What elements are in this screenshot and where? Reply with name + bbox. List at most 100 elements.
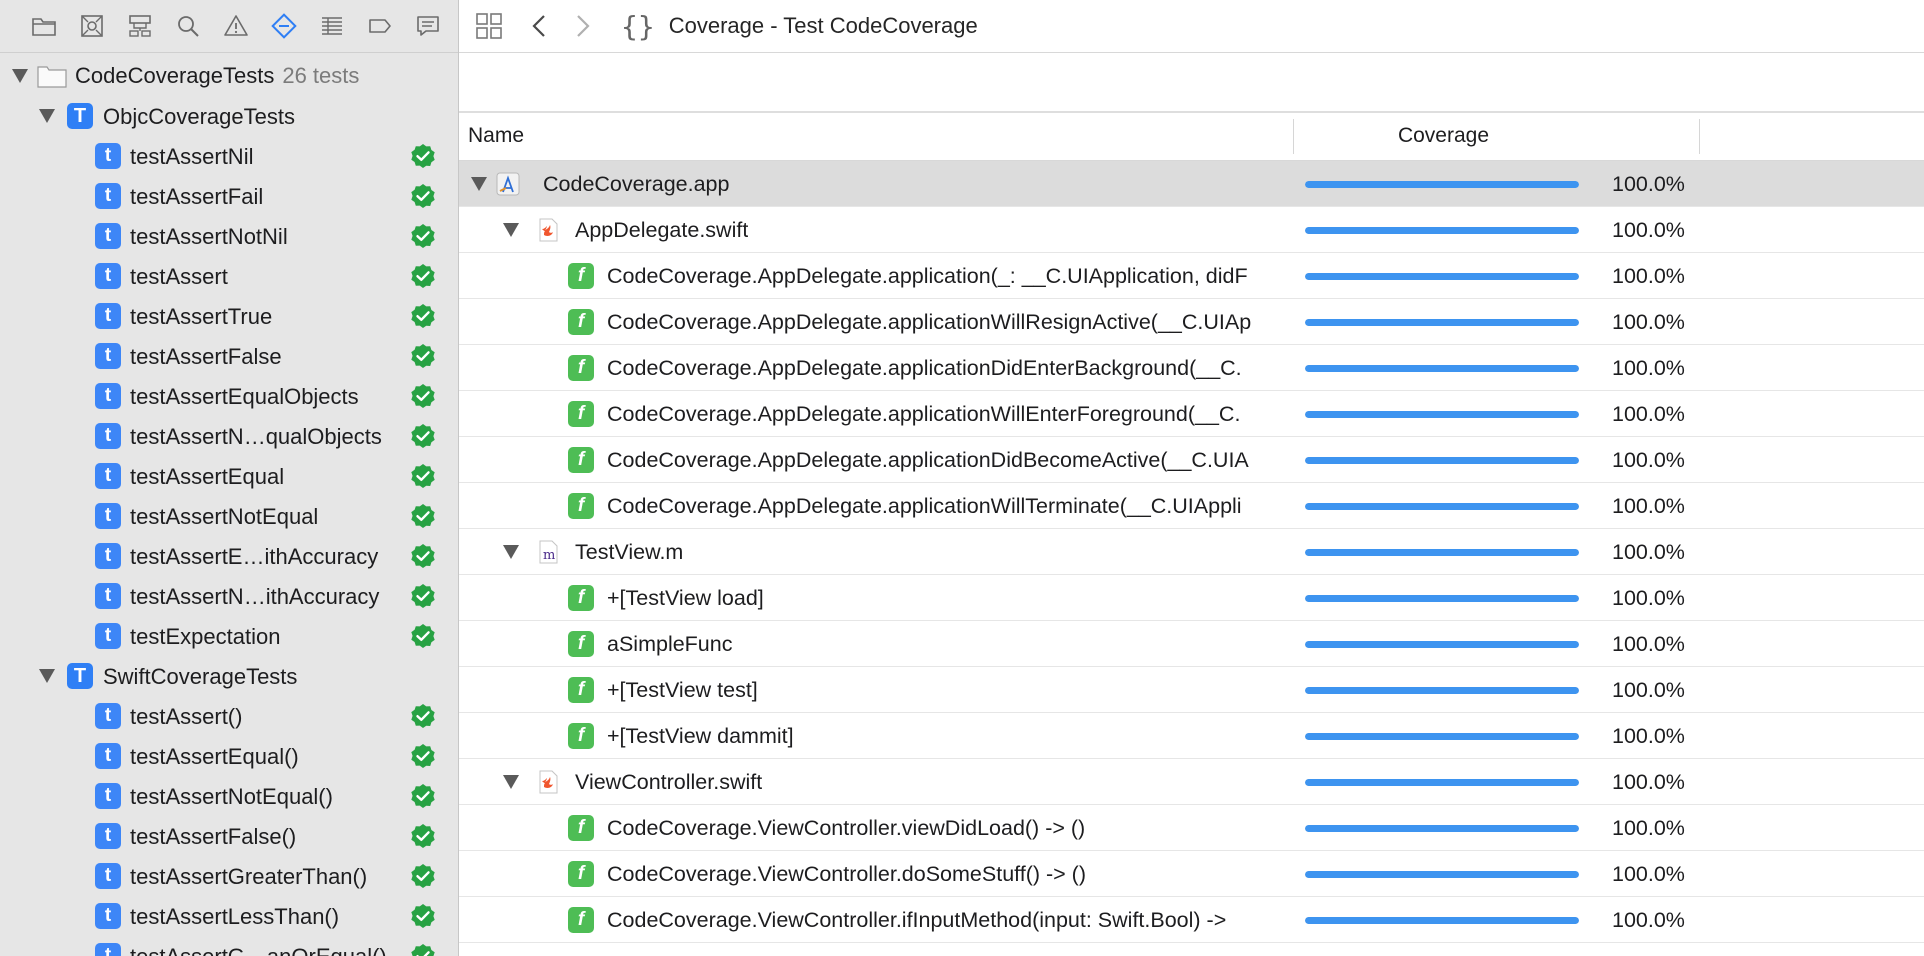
test-bundle-row[interactable]: CodeCoverageTests 26 tests: [0, 56, 458, 96]
function-coverage-row[interactable]: f +[TestView test] 100.0%: [459, 667, 1924, 713]
svg-text:m: m: [543, 548, 555, 563]
test-method-label: testAssertNotNil: [130, 224, 288, 249]
symbol-navigator-button[interactable]: [116, 6, 164, 46]
disclosure-triangle-icon[interactable]: [39, 669, 55, 683]
forward-arrow-icon[interactable]: [575, 13, 591, 39]
test-method-row[interactable]: t testAssertGreaterThan(): [0, 856, 458, 896]
test-method-row[interactable]: t testAssertG…anOrEqual(): [0, 936, 458, 956]
test-method-row[interactable]: t testAssertN…ithAccuracy: [0, 576, 458, 616]
column-divider[interactable]: [1293, 119, 1294, 154]
back-arrow-icon[interactable]: [531, 13, 547, 39]
test-method-icon: t: [95, 503, 121, 529]
coverage-bar: [1305, 825, 1579, 832]
coverage-item-name: CodeCoverage.AppDelegate.applicationDidB…: [607, 448, 1249, 472]
passed-checkmark-icon: [411, 624, 435, 648]
passed-checkmark-icon: [411, 344, 435, 368]
breakpoint-navigator-button[interactable]: [356, 6, 404, 46]
related-items-icon[interactable]: [475, 12, 503, 40]
test-bundle-label: CodeCoverageTests 26 tests: [75, 63, 360, 88]
coverage-bar-fill: [1305, 595, 1579, 602]
test-method-icon: t: [95, 343, 121, 369]
file-coverage-row[interactable]: ViewController.swift 100.0%: [459, 759, 1924, 805]
passed-checkmark-icon: [411, 584, 435, 608]
debug-navigator-button[interactable]: [308, 6, 356, 46]
coverage-percentage: 100.0%: [1612, 908, 1685, 932]
test-method-label: testAssertNil: [130, 144, 254, 169]
coverage-bar: [1305, 411, 1579, 418]
test-method-icon: t: [95, 743, 121, 769]
function-coverage-row[interactable]: f CodeCoverage.AppDelegate.applicationWil…: [459, 391, 1924, 437]
navigator-selector-bar: [0, 0, 458, 53]
disclosure-triangle-icon[interactable]: [39, 109, 55, 123]
report-filter-area: [459, 53, 1924, 113]
function-coverage-row[interactable]: f CodeCoverage.AppDelegate.applicationWil…: [459, 299, 1924, 345]
coverage-report: {} Coverage - Test CodeCoverage Name Cov…: [459, 0, 1924, 956]
test-method-row[interactable]: t testAssertFalse: [0, 336, 458, 376]
column-header-coverage[interactable]: Coverage: [1398, 124, 1489, 148]
function-coverage-row[interactable]: f CodeCoverage.ViewController.doSomeStuff…: [459, 851, 1924, 897]
test-method-row[interactable]: t testAssertNil: [0, 136, 458, 176]
test-method-label: testExpectation: [130, 624, 281, 649]
source-control-icon: [81, 15, 103, 37]
coverage-percentage: 100.0%: [1612, 402, 1685, 426]
issue-navigator-button[interactable]: [212, 6, 260, 46]
disclosure-triangle-icon[interactable]: [503, 545, 519, 559]
function-coverage-row[interactable]: f CodeCoverage.AppDelegate.applicationDid…: [459, 437, 1924, 483]
column-divider[interactable]: [1699, 119, 1700, 154]
test-class-row[interactable]: T ObjcCoverageTests: [0, 96, 458, 136]
target-coverage-row[interactable]: CodeCoverage.app 100.0%: [459, 161, 1924, 207]
test-method-label: testAssertLessThan(): [130, 904, 340, 929]
disclosure-triangle-icon[interactable]: [471, 177, 487, 191]
function-icon: f: [568, 401, 594, 427]
test-method-row[interactable]: t testAssert(): [0, 696, 458, 736]
test-method-row[interactable]: t testAssertFalse(): [0, 816, 458, 856]
disclosure-triangle-icon[interactable]: [503, 223, 519, 237]
function-coverage-row[interactable]: f CodeCoverage.ViewController.ifInputMeth…: [459, 897, 1924, 943]
function-icon: f: [568, 263, 594, 289]
test-method-row[interactable]: t testAssertEqual: [0, 456, 458, 496]
breadcrumb-title[interactable]: Coverage - Test CodeCoverage: [669, 13, 978, 39]
function-coverage-row[interactable]: f CodeCoverage.AppDelegate.application(_:…: [459, 253, 1924, 299]
coverage-item-name: CodeCoverage.AppDelegate.applicationWill…: [607, 494, 1242, 518]
test-method-label: testAssertE…ithAccuracy: [130, 544, 379, 569]
test-method-row[interactable]: t testAssertNotEqual(): [0, 776, 458, 816]
test-method-row[interactable]: t testAssertNotNil: [0, 216, 458, 256]
coverage-bar-fill: [1305, 825, 1579, 832]
test-navigator-button[interactable]: [260, 6, 308, 46]
project-navigator-button[interactable]: [20, 6, 68, 46]
find-navigator-button[interactable]: [164, 6, 212, 46]
coverage-percentage: 100.0%: [1612, 494, 1685, 518]
test-method-row[interactable]: t testAssertNotEqual: [0, 496, 458, 536]
test-method-row[interactable]: t testAssertN…qualObjects: [0, 416, 458, 456]
coverage-bar-fill: [1305, 733, 1579, 740]
test-method-row[interactable]: t testAssert: [0, 256, 458, 296]
column-header-name[interactable]: Name: [468, 124, 524, 148]
function-coverage-row[interactable]: f +[TestView load] 100.0%: [459, 575, 1924, 621]
function-coverage-row[interactable]: f CodeCoverage.AppDelegate.applicationWil…: [459, 483, 1924, 529]
test-class-row[interactable]: T SwiftCoverageTests: [0, 656, 458, 696]
function-coverage-row[interactable]: f CodeCoverage.ViewController.viewDidLoad…: [459, 805, 1924, 851]
coverage-percentage: 100.0%: [1612, 586, 1685, 610]
disclosure-triangle-icon[interactable]: [12, 69, 28, 83]
file-coverage-row[interactable]: m TestView.m 100.0%: [459, 529, 1924, 575]
report-navigator-button[interactable]: [404, 6, 452, 46]
function-coverage-row[interactable]: f CodeCoverage.AppDelegate.applicationDid…: [459, 345, 1924, 391]
test-method-label: testAssertN…qualObjects: [130, 424, 382, 449]
disclosure-triangle-icon[interactable]: [503, 775, 519, 789]
source-control-navigator-button[interactable]: [68, 6, 116, 46]
test-method-row[interactable]: t testAssertLessThan(): [0, 896, 458, 936]
test-method-row[interactable]: t testAssertE…ithAccuracy: [0, 536, 458, 576]
test-class-label: ObjcCoverageTests: [103, 104, 295, 129]
coverage-table: CodeCoverage.app 100.0% AppDelegate.swift 1…: [459, 161, 1924, 943]
function-coverage-row[interactable]: f aSimpleFunc 100.0%: [459, 621, 1924, 667]
coverage-bar-fill: [1305, 457, 1579, 464]
test-method-icon: t: [95, 143, 121, 169]
coverage-bar: [1305, 181, 1579, 188]
test-method-row[interactable]: t testAssertFail: [0, 176, 458, 216]
file-coverage-row[interactable]: AppDelegate.swift 100.0%: [459, 207, 1924, 253]
test-method-row[interactable]: t testExpectation: [0, 616, 458, 656]
test-method-row[interactable]: t testAssertEqual(): [0, 736, 458, 776]
test-method-row[interactable]: t testAssertTrue: [0, 296, 458, 336]
test-method-row[interactable]: t testAssertEqualObjects: [0, 376, 458, 416]
function-coverage-row[interactable]: f +[TestView dammit] 100.0%: [459, 713, 1924, 759]
